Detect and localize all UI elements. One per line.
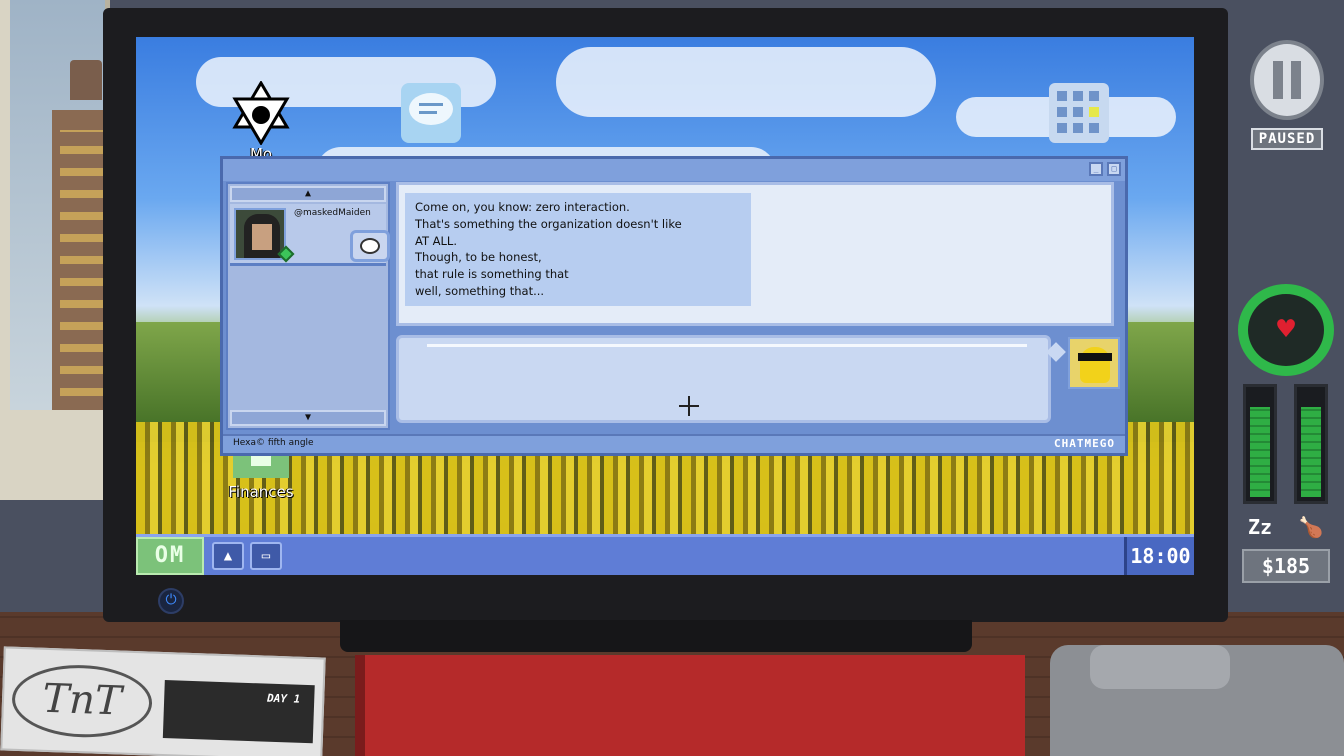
desktop-icon-hexa[interactable]: Mo bbox=[226, 81, 296, 163]
scroll-down-icon[interactable]: ▼ bbox=[230, 410, 386, 426]
window-glass bbox=[10, 0, 112, 410]
power-icon[interactable]: ⏻ bbox=[158, 588, 184, 614]
compose-input[interactable] bbox=[396, 335, 1051, 423]
message-line: AT ALL. bbox=[415, 233, 457, 248]
avatar-face bbox=[252, 224, 272, 250]
window-titlebar[interactable]: _ □ bbox=[223, 159, 1125, 181]
taskbar: OM ▲ ▭ 18:00 bbox=[136, 534, 1194, 575]
minimize-icon[interactable]: _ bbox=[1089, 162, 1103, 176]
phone-handset bbox=[1090, 645, 1230, 689]
compose-highlight bbox=[427, 344, 1027, 347]
desktop-icon-calendar[interactable] bbox=[1044, 81, 1114, 145]
contact-list: ▲ @maskedMaiden ▼ bbox=[226, 182, 390, 430]
message-line: that rule is something that bbox=[415, 267, 569, 282]
calendar-grid-icon bbox=[1047, 81, 1111, 145]
desktop-icon-label: Finances bbox=[228, 483, 294, 501]
desktop-icon-chat[interactable] bbox=[396, 81, 466, 145]
window-statusbar: Hexa© fifth angle CHATMEGO bbox=[223, 434, 1125, 453]
notepad bbox=[355, 655, 1025, 756]
telephone[interactable] bbox=[1050, 645, 1344, 756]
monitor-stand bbox=[340, 620, 972, 652]
scroll-up-icon[interactable]: ▲ bbox=[230, 186, 386, 202]
hunger-bar-fill bbox=[1301, 407, 1321, 497]
sleep-bar bbox=[1243, 384, 1277, 504]
newspaper-logo: TnT bbox=[10, 662, 154, 740]
contact-item[interactable]: @maskedMaiden bbox=[230, 204, 390, 266]
message-bubble: Come on, you know: zero interaction. Tha… bbox=[405, 193, 751, 306]
health-ring: ♥ bbox=[1238, 284, 1334, 376]
app-name: CHATMEGO bbox=[1054, 437, 1115, 450]
sleep-icon: Zz bbox=[1247, 515, 1273, 539]
room-window bbox=[0, 0, 112, 500]
taskbar-clock: 18:00 bbox=[1124, 537, 1194, 575]
chat-window: _ □ ▲ @maskedMaiden ▼ Come on, you know:… bbox=[220, 156, 1128, 456]
paused-label: PAUSED bbox=[1251, 128, 1323, 150]
chat-history: Come on, you know: zero interaction. Tha… bbox=[396, 182, 1114, 326]
hexa-logo-icon bbox=[229, 81, 293, 145]
crosshair-cursor-icon bbox=[679, 396, 699, 416]
taskbar-chat-app-icon[interactable]: ▭ bbox=[250, 542, 282, 570]
sunglasses-icon bbox=[1078, 353, 1112, 361]
footer-copyright: Hexa© fifth angle bbox=[233, 438, 314, 448]
taskbar-hexa-app-icon[interactable]: ▲ bbox=[212, 542, 244, 570]
message-line: Come on, you know: zero interaction. bbox=[415, 200, 630, 214]
sleep-bar-fill bbox=[1250, 407, 1270, 497]
food-icon: 🍗 bbox=[1298, 515, 1324, 539]
contact-name: @maskedMaiden bbox=[294, 208, 371, 218]
hunger-bar bbox=[1294, 384, 1328, 504]
start-button[interactable]: OM bbox=[136, 537, 204, 575]
user-avatar bbox=[1068, 337, 1120, 389]
pause-icon[interactable] bbox=[1250, 40, 1324, 120]
newspaper-banner: DAY 1 bbox=[162, 680, 315, 744]
message-line: That's something the organization doesn'… bbox=[415, 216, 682, 231]
message-line: well, something that... bbox=[415, 283, 545, 298]
message-bubble-icon[interactable] bbox=[350, 230, 390, 262]
maximize-icon[interactable]: □ bbox=[1107, 162, 1121, 176]
chat-icon bbox=[399, 81, 463, 145]
cloud bbox=[556, 47, 936, 117]
heart-icon: ♥ bbox=[1276, 312, 1296, 347]
money-display: $185 bbox=[1242, 549, 1330, 583]
water-tower bbox=[70, 60, 102, 100]
newspaper-day: DAY 1 bbox=[266, 691, 301, 706]
message-line: Though, to be honest, bbox=[415, 250, 542, 265]
newspaper[interactable]: TnT DAY 1 bbox=[0, 646, 326, 756]
